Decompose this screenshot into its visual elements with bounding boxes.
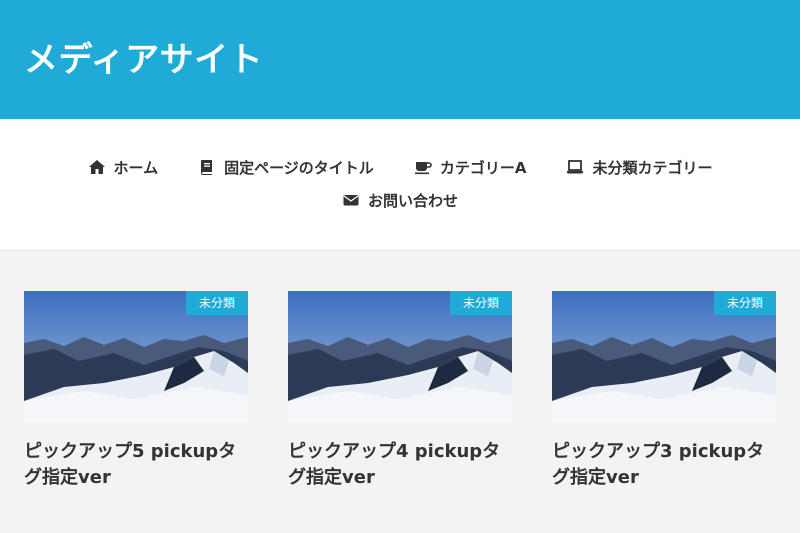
site-title[interactable]: メディアサイト xyxy=(24,43,263,77)
post-title[interactable]: ピックアップ4 pickupタグ指定ver xyxy=(288,439,512,491)
post-title[interactable]: ピックアップ3 pickupタグ指定ver xyxy=(552,439,776,491)
nav-item-label: ホーム xyxy=(113,158,159,177)
nav-item-label: お問い合わせ xyxy=(367,191,458,210)
post-thumbnail[interactable]: 未分類 xyxy=(288,291,512,423)
post-card[interactable]: 未分類 ピックアップ5 pickupタグ指定ver xyxy=(24,291,248,491)
laptop-icon xyxy=(567,160,584,174)
nav-item-page[interactable]: 固定ページのタイトル xyxy=(198,152,374,182)
site-header: メディアサイト xyxy=(0,0,800,119)
post-list: 未分類 ピックアップ5 pickupタグ指定ver 未分類 ピックアップ4 pi… xyxy=(0,251,800,491)
nav-item-contact[interactable]: お問い合わせ xyxy=(342,185,458,215)
nav-item-label: カテゴリーA xyxy=(439,158,527,177)
category-label[interactable]: 未分類 xyxy=(449,291,512,315)
nav-item-home[interactable]: ホーム xyxy=(88,152,159,182)
post-thumbnail[interactable]: 未分類 xyxy=(24,291,248,423)
post-card[interactable]: 未分類 ピックアップ3 pickupタグ指定ver xyxy=(552,291,776,491)
post-card[interactable]: 未分類 ピックアップ4 pickupタグ指定ver xyxy=(288,291,512,491)
nav-item-label: 固定ページのタイトル xyxy=(224,158,374,177)
category-label[interactable]: 未分類 xyxy=(713,291,776,315)
envelope-icon xyxy=(343,195,359,206)
post-thumbnail[interactable]: 未分類 xyxy=(552,291,776,423)
nav-item-uncategorized[interactable]: 未分類カテゴリー xyxy=(566,152,712,182)
nav-row: ホーム 固定ページのタイトル カテゴリーA 未分類カテゴリー xyxy=(0,119,800,181)
category-label[interactable]: 未分類 xyxy=(185,291,248,315)
post-title[interactable]: ピックアップ5 pickupタグ指定ver xyxy=(24,439,248,491)
nav-row: お問い合わせ xyxy=(0,181,800,219)
nav-item-category-a[interactable]: カテゴリーA xyxy=(414,152,527,182)
nav-item-label: 未分類カテゴリー xyxy=(592,158,713,177)
coffee-icon xyxy=(414,162,432,175)
global-nav: ホーム 固定ページのタイトル カテゴリーA 未分類カテゴリー お問い合わせ xyxy=(0,119,800,251)
home-icon xyxy=(88,160,105,174)
book-icon xyxy=(201,160,213,175)
